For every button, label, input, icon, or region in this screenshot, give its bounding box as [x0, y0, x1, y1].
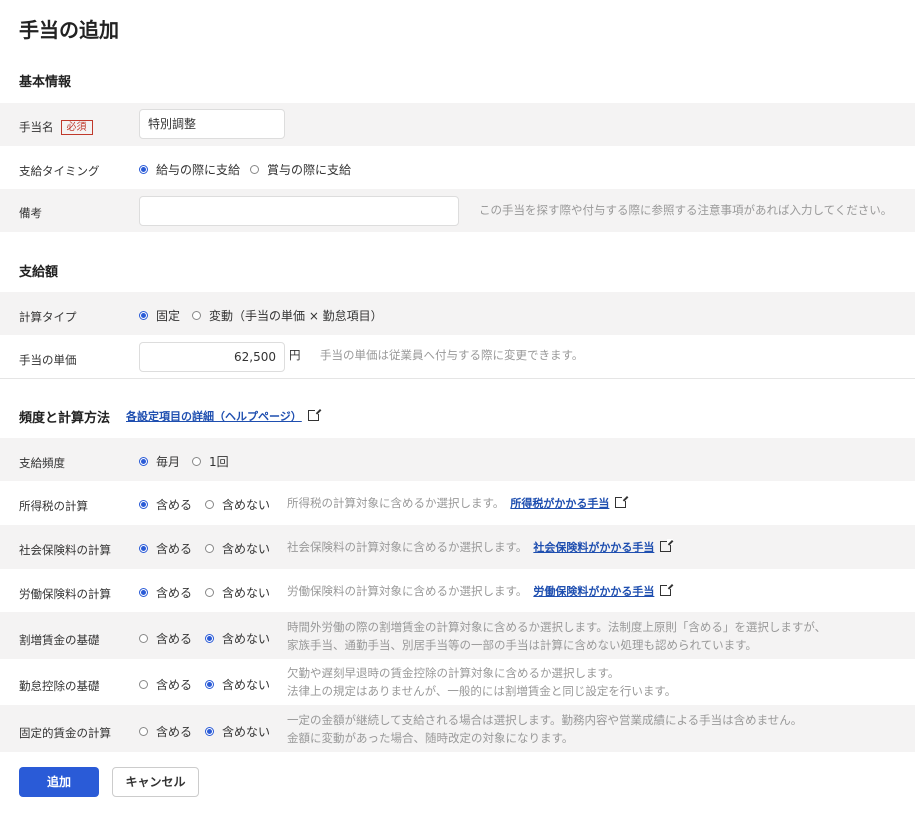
radio-selected-icon — [139, 165, 148, 174]
radio-calc-fixed[interactable]: 固定 — [139, 307, 180, 324]
radio-unselected-icon — [250, 165, 259, 174]
radio-include[interactable]: 含める — [139, 630, 192, 647]
frequency-label: 支給頻度 — [19, 456, 65, 470]
calc-row: 労働保険料の計算 含める 含めない 労働保険料の計算対象に含めるか選択します。 労働保険… — [0, 569, 915, 612]
radio-calc-variable[interactable]: 変動（手当の単価 × 勤怠項目） — [192, 307, 383, 324]
calc-row-label: 労働保険料の計算 — [19, 587, 111, 601]
calc-row-label: 割増賃金の基礎 — [19, 632, 100, 647]
radio-unselected-icon — [205, 544, 214, 553]
section-amount: 支給額 — [19, 265, 59, 280]
calc-row-help-link[interactable]: 所得税がかかる手当 — [510, 494, 629, 513]
calc-row-hint: 欠勤や遅刻早退時の賃金控除の計算対象に含めるか選択します。 法律上の規定はありませ… — [287, 666, 677, 698]
allowance-name-label: 手当名 必須 — [19, 119, 93, 135]
cancel-button[interactable]: キャンセル — [112, 767, 199, 797]
radio-exclude[interactable]: 含めない — [205, 676, 270, 693]
calc-row: 固定的賃金の計算 含める 含めない 一定の金額が継続して支給される場合は選択します。勤… — [0, 705, 915, 752]
radio-exclude[interactable]: 含めない — [205, 496, 270, 513]
memo-label: 備考 — [19, 206, 42, 220]
help-link[interactable]: 各設定項目の詳細（ヘルプページ） — [126, 405, 321, 424]
external-link-icon — [660, 583, 674, 596]
radio-include[interactable]: 含める — [139, 676, 192, 693]
required-badge: 必須 — [60, 120, 93, 135]
unit-price-input[interactable]: 62,500 — [139, 342, 285, 372]
radio-selected-icon — [139, 588, 148, 597]
radio-unselected-icon — [192, 311, 201, 320]
add-button[interactable]: 追加 — [19, 767, 99, 797]
radio-selected-icon — [205, 633, 214, 643]
calc-type-label: 計算タイプ — [19, 310, 77, 324]
calc-row-label: 固定的賃金の計算 — [19, 725, 111, 740]
radio-selected-icon — [139, 544, 148, 553]
memo-hint: この手当を探す際や付与する際に参照する注意事項があれば入力してください。 — [479, 203, 893, 217]
row-frequency: 支給頻度 毎月 1回 — [0, 438, 915, 481]
section-basic-info: 基本情報 — [19, 75, 72, 90]
calc-row-label: 社会保険料の計算 — [19, 543, 111, 557]
calc-row-help-link[interactable]: 労働保険料がかかる手当 — [533, 582, 674, 601]
radio-unselected-icon — [205, 588, 214, 597]
radio-timing-salary[interactable]: 給与の際に支給 — [139, 161, 240, 178]
radio-selected-icon — [205, 680, 214, 689]
radio-exclude[interactable]: 含めない — [205, 630, 270, 647]
row-calc-type: 計算タイプ 固定 変動（手当の単価 × 勤怠項目） — [0, 292, 915, 335]
radio-timing-bonus[interactable]: 賞与の際に支給 — [250, 161, 351, 178]
unit-yen-label: 円 — [289, 348, 301, 362]
calc-row-hint: 所得税の計算対象に含めるか選択します。 所得税がかかる手当 — [287, 494, 629, 513]
radio-include[interactable]: 含める — [139, 496, 192, 513]
radio-unselected-icon — [139, 680, 148, 689]
radio-exclude[interactable]: 含めない — [205, 584, 270, 601]
calc-row-hint: 時間外労働の際の割増賃金の計算対象に含めるか選択します。法制度上原則「含める」を… — [287, 619, 827, 652]
radio-include[interactable]: 含める — [139, 540, 192, 557]
radio-unselected-icon — [139, 633, 148, 643]
calc-row-label: 所得税の計算 — [19, 499, 88, 513]
radio-selected-icon — [139, 500, 148, 509]
radio-unselected-icon — [139, 726, 148, 736]
calc-row-label: 勤怠控除の基礎 — [19, 679, 100, 693]
row-allowance-name: 手当名 必須 特別調整 — [0, 103, 915, 146]
page-title: 手当の追加 — [19, 18, 119, 42]
row-payment-timing: 支給タイミング 給与の際に支給 賞与の際に支給 — [0, 146, 915, 189]
calc-row-hint: 労働保険料の計算対象に含めるか選択します。 労働保険料がかかる手当 — [287, 582, 674, 601]
calc-row: 勤怠控除の基礎 含める 含めない 欠勤や遅刻早退時の賃金控除の計算対象に含めるか選択し… — [0, 659, 915, 705]
external-link-icon — [660, 539, 674, 552]
row-memo: 備考 この手当を探す際や付与する際に参照する注意事項があれば入力してください。 — [0, 189, 915, 232]
calc-row: 所得税の計算 含める 含めない 所得税の計算対象に含めるか選択します。 所得税がかかる手… — [0, 481, 915, 525]
radio-include[interactable]: 含める — [139, 584, 192, 601]
radio-selected-icon — [139, 311, 148, 320]
calc-row-hint: 一定の金額が継続して支給される場合は選択します。勤務内容や営業成績による手当は含… — [287, 712, 803, 745]
external-link-icon — [307, 408, 321, 421]
radio-frequency-once[interactable]: 1回 — [192, 453, 229, 470]
allowance-name-input[interactable]: 特別調整 — [139, 109, 285, 139]
radio-selected-icon — [139, 457, 148, 466]
radio-unselected-icon — [205, 500, 214, 509]
radio-selected-icon — [205, 726, 214, 736]
row-unit-price: 手当の単価 62,500 円 手当の単価は従業員へ付与する際に変更できます。 — [0, 335, 915, 378]
radio-include[interactable]: 含める — [139, 723, 192, 740]
section-frequency: 頻度と計算方法 — [19, 411, 111, 426]
calc-row: 割増賃金の基礎 含める 含めない 時間外労働の際の割増賃金の計算対象に含めるか選択しま… — [0, 612, 915, 659]
calc-row: 社会保険料の計算 含める 含めない 社会保険料の計算対象に含めるか選択します。 社会保険… — [0, 525, 915, 569]
calc-row-hint: 社会保険料の計算対象に含めるか選択します。 社会保険料がかかる手当 — [287, 538, 674, 557]
radio-exclude[interactable]: 含めない — [205, 723, 270, 740]
unit-price-label: 手当の単価 — [19, 353, 77, 367]
radio-exclude[interactable]: 含めない — [205, 540, 270, 557]
payment-timing-label: 支給タイミング — [19, 164, 100, 178]
divider — [0, 378, 915, 379]
radio-frequency-monthly[interactable]: 毎月 — [139, 453, 180, 470]
memo-input[interactable] — [139, 196, 459, 226]
calc-row-help-link[interactable]: 社会保険料がかかる手当 — [533, 538, 674, 557]
radio-unselected-icon — [192, 457, 201, 466]
external-link-icon — [615, 495, 629, 508]
unit-price-hint: 手当の単価は従業員へ付与する際に変更できます。 — [320, 348, 584, 362]
